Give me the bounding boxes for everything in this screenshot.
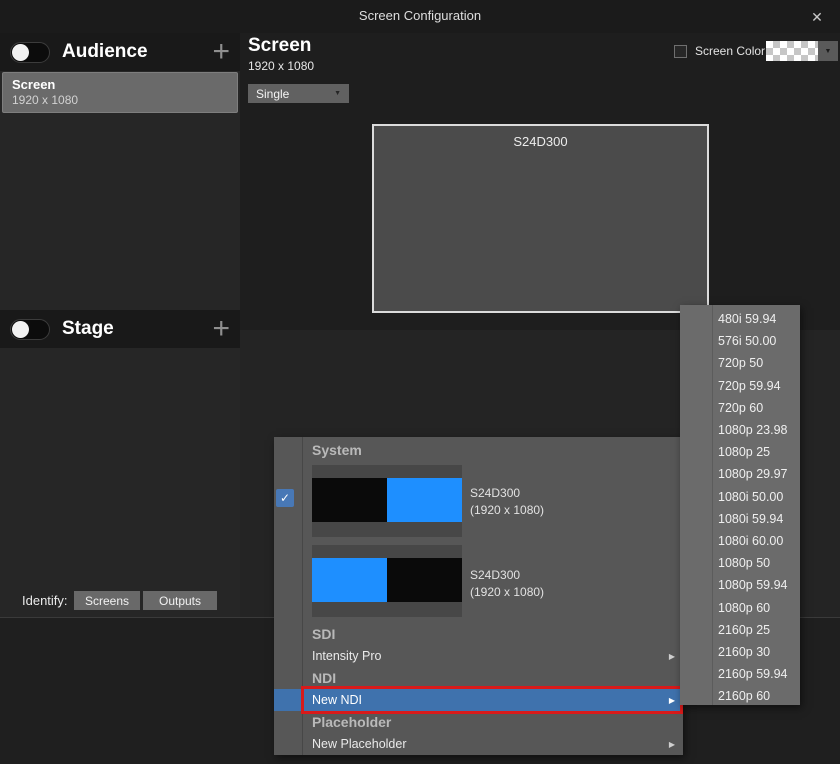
- display-1-name: S24D300: [470, 485, 544, 502]
- display-thumbnail-2: [312, 545, 462, 617]
- sidebar: Audience + Screen 1920 x 1080 Stage + Id…: [0, 33, 240, 617]
- toggle-knob: [12, 321, 29, 338]
- audience-label: Audience: [62, 41, 148, 63]
- thumb-screen-off: [312, 478, 387, 522]
- screen-item-resolution: 1920 x 1080: [12, 93, 228, 107]
- menu-header-placeholder: Placeholder: [312, 711, 391, 733]
- title-bar: Screen Configuration ✕: [0, 0, 840, 33]
- chevron-down-icon: ▼: [334, 90, 341, 97]
- resolution-option[interactable]: 2160p 59.94: [718, 663, 796, 685]
- stage-label: Stage: [62, 318, 114, 340]
- identify-row: Identify: Screens Outputs: [0, 590, 240, 612]
- display-1-resolution: (1920 x 1080): [470, 502, 544, 519]
- thumb-screen-active: [312, 558, 387, 602]
- resolution-submenu: 480i 59.94 576i 50.00 720p 50 720p 59.94…: [680, 305, 800, 705]
- screen-color-dropdown-arrow-icon[interactable]: ▼: [818, 41, 838, 61]
- check-icon: ✓: [276, 489, 294, 507]
- resolution-option[interactable]: 1080p 25: [718, 441, 796, 463]
- submenu-gutter-divider: [712, 305, 713, 705]
- resolution-option[interactable]: 1080p 60: [718, 597, 796, 619]
- screen-preview[interactable]: S24D300: [372, 124, 709, 313]
- resolution-option[interactable]: 720p 60: [718, 397, 796, 419]
- submenu-arrow-icon: ▶: [669, 740, 675, 749]
- intensity-pro-label: Intensity Pro: [312, 649, 381, 663]
- menu-item-intensity-pro[interactable]: Intensity Pro ▶: [274, 645, 683, 667]
- annotation-highlight-new-ndi: [301, 686, 683, 714]
- display-2-name: S24D300: [470, 567, 544, 584]
- add-audience-screen-button[interactable]: +: [212, 42, 230, 62]
- add-stage-screen-button[interactable]: +: [212, 319, 230, 339]
- display-2-resolution: (1920 x 1080): [470, 584, 544, 601]
- menu-item-new-placeholder[interactable]: New Placeholder ▶: [274, 733, 683, 755]
- resolution-option[interactable]: 2160p 25: [718, 619, 796, 641]
- identify-outputs-button[interactable]: Outputs: [143, 591, 217, 610]
- new-placeholder-label: New Placeholder: [312, 737, 407, 751]
- resolution-option[interactable]: 1080p 50: [718, 552, 796, 574]
- identify-screens-button[interactable]: Screens: [74, 591, 140, 610]
- resolution-option[interactable]: 720p 50: [718, 352, 796, 374]
- resolution-option[interactable]: 576i 50.00: [718, 330, 796, 352]
- menu-item-display-2[interactable]: S24D300 (1920 x 1080): [274, 543, 683, 619]
- menu-header-sdi: SDI: [312, 623, 335, 645]
- close-icon[interactable]: ✕: [806, 6, 828, 28]
- display-1-label: S24D300 (1920 x 1080): [470, 485, 544, 519]
- screen-configuration-window: Screen Configuration ✕ Audience + Screen…: [0, 0, 840, 764]
- stage-section-header: Stage +: [0, 310, 240, 348]
- stage-toggle[interactable]: [10, 319, 50, 340]
- screen-layout-select[interactable]: Single ▼: [248, 84, 349, 103]
- resolution-option[interactable]: 2160p 60: [718, 685, 796, 707]
- window-title: Screen Configuration: [0, 8, 840, 23]
- toggle-knob: [12, 44, 29, 61]
- screen-layout-value: Single: [256, 87, 289, 101]
- thumb-screen-active: [387, 478, 462, 522]
- resolution-option[interactable]: 1080i 60.00: [718, 530, 796, 552]
- screen-preview-label: S24D300: [374, 134, 707, 149]
- audience-toggle[interactable]: [10, 42, 50, 63]
- submenu-arrow-icon: ▶: [669, 652, 675, 661]
- resolution-option[interactable]: 480i 59.94: [718, 308, 796, 330]
- sidebar-item-screen[interactable]: Screen 1920 x 1080: [2, 72, 238, 113]
- resolution-option[interactable]: 720p 59.94: [718, 375, 796, 397]
- resolution-option[interactable]: 1080p 29.97: [718, 463, 796, 485]
- screen-color-label: Screen Color: [695, 44, 765, 58]
- screen-color-checkbox[interactable]: [674, 45, 687, 58]
- page-title: Screen: [248, 35, 311, 57]
- screen-item-title: Screen: [12, 77, 228, 92]
- screen-color-swatch[interactable]: [766, 41, 818, 61]
- display-2-label: S24D300 (1920 x 1080): [470, 567, 544, 601]
- resolution-option[interactable]: 1080i 50.00: [718, 486, 796, 508]
- resolution-option[interactable]: 1080p 59.94: [718, 574, 796, 596]
- display-thumbnail-1: [312, 465, 462, 537]
- audience-section-header: Audience +: [0, 33, 240, 71]
- resolution-option[interactable]: 1080p 23.98: [718, 419, 796, 441]
- output-dropdown-menu: System ✓ S24D300 (1920 x 1080) S24D300 (…: [274, 437, 683, 755]
- menu-item-display-1[interactable]: ✓ S24D300 (1920 x 1080): [274, 463, 683, 539]
- resolution-option[interactable]: 1080i 59.94: [718, 508, 796, 530]
- menu-header-system: System: [312, 439, 362, 461]
- resolution-option[interactable]: 2160p 30: [718, 641, 796, 663]
- identify-label: Identify:: [22, 593, 68, 608]
- page-resolution: 1920 x 1080: [248, 59, 314, 73]
- thumb-screen-off: [387, 558, 462, 602]
